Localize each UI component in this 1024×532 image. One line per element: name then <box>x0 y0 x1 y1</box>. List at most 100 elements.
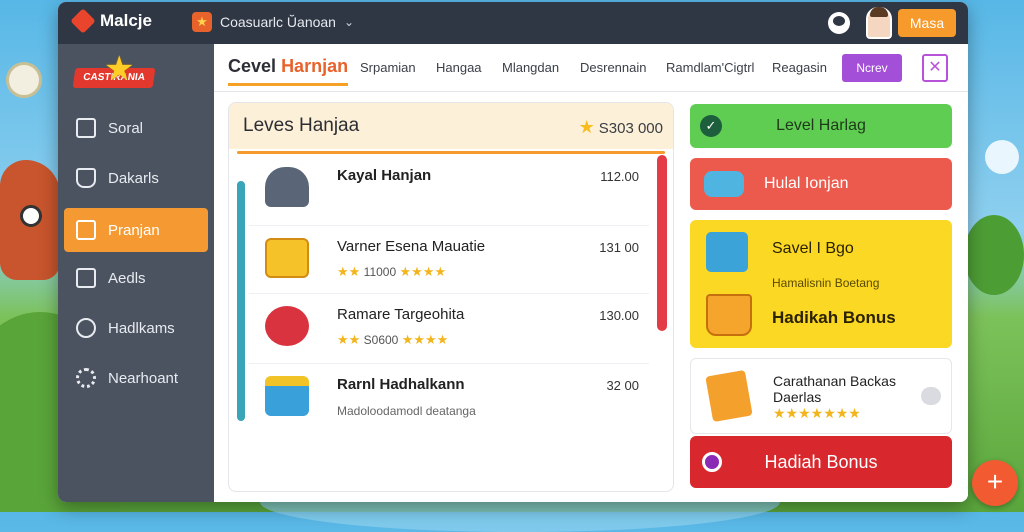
add-button[interactable]: + <box>972 460 1018 506</box>
brand[interactable]: Malcje <box>70 8 152 34</box>
list-item[interactable]: Ramare Targeohita ★★ S0600 ★★★★ 130.00 <box>249 293 649 361</box>
score-value: S303 000 <box>598 120 663 137</box>
list-item[interactable]: Rarnl Hadhalkann Madoloodamodl deatanga … <box>249 363 649 431</box>
chevron-down-icon: ⌄ <box>343 15 355 29</box>
card-icon <box>76 220 96 240</box>
bag-icon <box>705 369 753 423</box>
tab-level-harnjan[interactable]: Cevel Harnjan <box>228 56 349 86</box>
level-card[interactable]: ✓ Level Harlag <box>690 104 952 148</box>
background-character-eye <box>20 205 42 227</box>
sidebar-item-nearhoant[interactable]: Nearhoant <box>64 356 208 400</box>
star-icon: ★ <box>578 117 595 137</box>
hat-icon <box>265 167 309 207</box>
toggle[interactable] <box>921 387 941 405</box>
list-item[interactable]: Varner Esena Mauatie ★★ 11000 ★★★★ 131 0… <box>249 225 649 293</box>
rating-stars: ★★★★ <box>401 332 449 347</box>
list-divider <box>237 151 665 154</box>
gift-box-icon <box>706 232 748 272</box>
item-price: 131 00 <box>599 240 639 255</box>
item-rating: ★★ S0600 ★★★★ <box>337 332 448 348</box>
level-card-label: Level Harlag <box>776 117 866 134</box>
avatar[interactable] <box>866 7 892 39</box>
close-icon[interactable]: ✕ <box>922 54 948 82</box>
game-selector[interactable]: ★ Coasuarlc Ŭanoan ⌄ <box>192 12 354 32</box>
app-window: Malcje ★ Coasuarlc Ŭanoan ⌄ Masa CASTIRA… <box>58 2 968 502</box>
brand-logo-icon <box>70 8 96 34</box>
tab-reagasin[interactable]: Reagasin <box>772 60 827 75</box>
check-icon: ✓ <box>700 115 722 137</box>
main-content: Cevel Harnjan Srpamian Hangaa Mlangdan D… <box>214 44 968 502</box>
calendar-icon <box>76 268 96 288</box>
sidebar-item-dakarls[interactable]: Dakarls <box>64 156 208 200</box>
purple-action-button[interactable]: Ncrev <box>842 54 902 82</box>
grid-icon <box>76 118 96 138</box>
bonus-card[interactable]: Savel I Bgo Hamalisnin Boetang Hadikah B… <box>690 220 952 348</box>
sidebar-item-hadlkams[interactable]: Hadlkams <box>64 306 208 350</box>
item-sub-value: S0600 <box>363 333 399 347</box>
top-action-button[interactable]: Masa <box>898 9 956 37</box>
hadiah-bonus-button[interactable]: Hadiah Bonus <box>690 436 952 488</box>
item-list-panel: Leves Hanjaa ★ S303 000 Kayal Hanjan 112.… <box>228 102 674 492</box>
present-icon <box>265 306 309 346</box>
game-logo: CASTIRANIA ★ <box>72 52 156 100</box>
tab-srpamian[interactable]: Srpamian <box>360 60 416 75</box>
sidebar: CASTIRANIA ★ Soral Dakarls Pranjan Aedls… <box>58 44 214 502</box>
tab-bar: Cevel Harnjan Srpamian Hangaa Mlangdan D… <box>214 44 968 92</box>
vehicle-card-label: Hulal Ionjan <box>764 175 849 192</box>
gift-box-icon <box>265 238 309 278</box>
tab-ramdlam-cigtrl[interactable]: Ramdlam'Cigtrl <box>666 60 754 75</box>
tab-mlangdan[interactable]: Mlangdan <box>502 60 559 75</box>
scrollbar[interactable] <box>657 155 667 331</box>
bonus-card-title: Savel I Bgo <box>772 240 854 257</box>
rating-stars: ★★ <box>337 264 361 279</box>
item-price: 130.00 <box>599 308 639 323</box>
sidebar-item-label: Nearhoant <box>108 369 179 387</box>
car-icon <box>704 171 744 197</box>
list-header: Leves Hanjaa ★ S303 000 <box>229 103 673 149</box>
sidebar-item-aedls[interactable]: Aedls <box>64 256 208 300</box>
game-name: Coasuarlc Ŭanoan <box>220 14 336 30</box>
bonus-card-label: Hadikah Bonus <box>772 308 896 327</box>
tab-hangaa[interactable]: Hangaa <box>436 60 482 75</box>
star-icon: ★ <box>104 50 135 88</box>
tab-label-prefix: Cevel <box>228 56 277 76</box>
rating-stars: ★★★★★★★ <box>773 405 861 421</box>
vehicle-card[interactable]: Hulal Ionjan <box>690 158 952 210</box>
sidebar-item-soral[interactable]: Soral <box>64 106 208 150</box>
rating-stars: ★★★★ <box>399 264 447 279</box>
scroll-track-left[interactable] <box>237 181 245 421</box>
search-icon <box>76 318 96 338</box>
reward-card-subtitle: Daerlas <box>773 389 822 405</box>
item-name: Varner Esena Mauatie <box>337 238 486 255</box>
sidebar-item-label: Hadlkams <box>108 319 175 337</box>
tab-desrennain[interactable]: Desrennain <box>580 60 647 75</box>
list-score: ★ S303 000 <box>579 117 663 138</box>
sidebar-item-label: Soral <box>108 119 144 137</box>
item-name: Kayal Hanjan <box>337 167 432 184</box>
top-bar: Malcje ★ Coasuarlc Ŭanoan ⌄ Masa <box>58 2 968 44</box>
item-name: Rarnl Hadhalkann <box>337 376 465 393</box>
sidebar-item-label: Aedls <box>108 269 146 287</box>
sidebar-item-label: Dakarls <box>108 169 159 187</box>
item-sub-value: 11000 <box>363 265 397 279</box>
reward-card-title: Carathanan Backas <box>773 373 896 389</box>
item-price: 112.00 <box>600 169 639 184</box>
sidebar-item-label: Pranjan <box>108 221 160 239</box>
item-name: Ramare Targeohita <box>337 306 465 323</box>
bonus-card-subtitle: Hamalisnin Boetang <box>772 276 880 290</box>
basket-icon <box>265 376 309 416</box>
background-tree <box>964 215 1024 295</box>
gear-icon <box>76 368 96 388</box>
background-cloud <box>985 140 1019 174</box>
shop-icon <box>76 168 96 188</box>
sidebar-item-pranjan[interactable]: Pranjan <box>64 208 208 252</box>
user-icon[interactable] <box>828 12 850 34</box>
clock-icon <box>6 62 42 98</box>
item-rating: ★★ 11000 ★★★★ <box>337 264 446 280</box>
list-item[interactable]: Kayal Hanjan 112.00 <box>249 155 649 223</box>
game-icon: ★ <box>192 12 212 32</box>
basket-icon <box>706 294 752 336</box>
list-title: Leves Hanjaa <box>243 115 360 136</box>
reward-card[interactable]: Carathanan Backas Daerlas ★★★★★★★ <box>690 358 952 434</box>
rating-stars: ★★ <box>337 332 361 347</box>
